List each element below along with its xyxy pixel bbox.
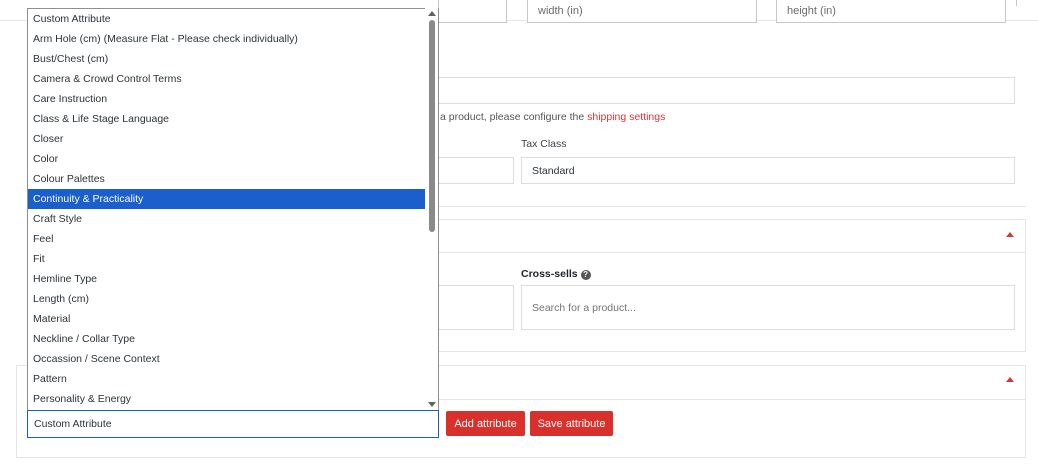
width-field[interactable]: width (in)	[527, 0, 757, 23]
help-icon[interactable]: ?	[580, 270, 591, 280]
attribute-option[interactable]: Length (cm)	[28, 289, 427, 309]
cross-sells-search[interactable]: Search for a product...	[521, 285, 1015, 330]
header-corner-mark	[1016, 0, 1017, 6]
upsells-field[interactable]	[438, 285, 514, 330]
attribute-options: Custom Attribute Arm Hole (cm) (Measure F…	[28, 9, 438, 409]
attribute-option[interactable]: Colour Palettes	[28, 169, 427, 189]
height-placeholder: height (in)	[787, 5, 836, 17]
shipping-note-text: a product, please configure the	[440, 111, 588, 123]
width-placeholder: width (in)	[538, 5, 583, 17]
attribute-option[interactable]: Hemline Type	[28, 269, 427, 289]
shipping-note: a product, please configure the shipping…	[440, 111, 665, 123]
attributes-caret-up-icon[interactable]	[1006, 377, 1014, 382]
attribute-option[interactable]: Bust/Chest (cm)	[28, 49, 427, 69]
attribute-option[interactable]: Personality & Energy	[28, 389, 427, 409]
length-field[interactable]	[438, 0, 507, 23]
cross-sells-placeholder: Search for a product...	[532, 301, 636, 314]
attribute-option[interactable]: Closer	[28, 129, 427, 149]
attributes-header-divider	[438, 399, 1026, 400]
tax-class-select[interactable]: Standard	[521, 157, 1015, 184]
attribute-select-value: Custom Attribute	[34, 418, 112, 430]
attribute-option[interactable]: Continuity & Practicality	[28, 189, 427, 209]
attribute-option[interactable]: Care Instruction	[28, 89, 427, 109]
attribute-option[interactable]: Class & Life Stage Language	[28, 109, 427, 129]
attribute-option[interactable]: Color	[28, 149, 427, 169]
attribute-option[interactable]: Feel	[28, 229, 427, 249]
caret-up-icon[interactable]	[1006, 232, 1014, 237]
add-attribute-button[interactable]: Add attribute	[446, 411, 525, 436]
scrollbar-thumb[interactable]	[429, 20, 435, 232]
tax-class-value: Standard	[532, 164, 575, 177]
shipping-settings-link[interactable]: shipping settings	[587, 111, 665, 123]
panel-divider-1	[438, 206, 1026, 207]
attribute-option[interactable]: Neckline / Collar Type	[28, 329, 427, 349]
attribute-option[interactable]: Custom Attribute	[28, 9, 427, 29]
cross-sells-label-text: Cross-sells	[521, 268, 578, 280]
attribute-option[interactable]: Craft Style	[28, 209, 427, 229]
height-field[interactable]: height (in)	[776, 0, 1006, 23]
tax-class-label: Tax Class	[521, 138, 567, 150]
attribute-select[interactable]: Custom Attribute	[27, 410, 439, 438]
attribute-option[interactable]: Occassion / Scene Context	[28, 349, 427, 369]
attribute-dropdown-list[interactable]: Custom Attribute Arm Hole (cm) (Measure F…	[27, 8, 439, 410]
shipping-class-field[interactable]	[438, 77, 1015, 104]
attribute-option[interactable]: Material	[28, 309, 427, 329]
cross-sells-label: Cross-sells?	[521, 268, 591, 280]
scroll-down-icon[interactable]	[428, 402, 436, 407]
scroll-up-icon[interactable]	[428, 11, 436, 16]
attribute-option[interactable]: Arm Hole (cm) (Measure Flat - Please che…	[28, 29, 427, 49]
attribute-option[interactable]: Fit	[28, 249, 427, 269]
attribute-option[interactable]: Pattern	[28, 369, 427, 389]
linked-products-header[interactable]	[438, 219, 1026, 253]
save-attribute-button[interactable]: Save attribute	[530, 411, 613, 436]
tax-status-field[interactable]	[438, 157, 514, 184]
attribute-option[interactable]: Camera & Crowd Control Terms	[28, 69, 427, 89]
